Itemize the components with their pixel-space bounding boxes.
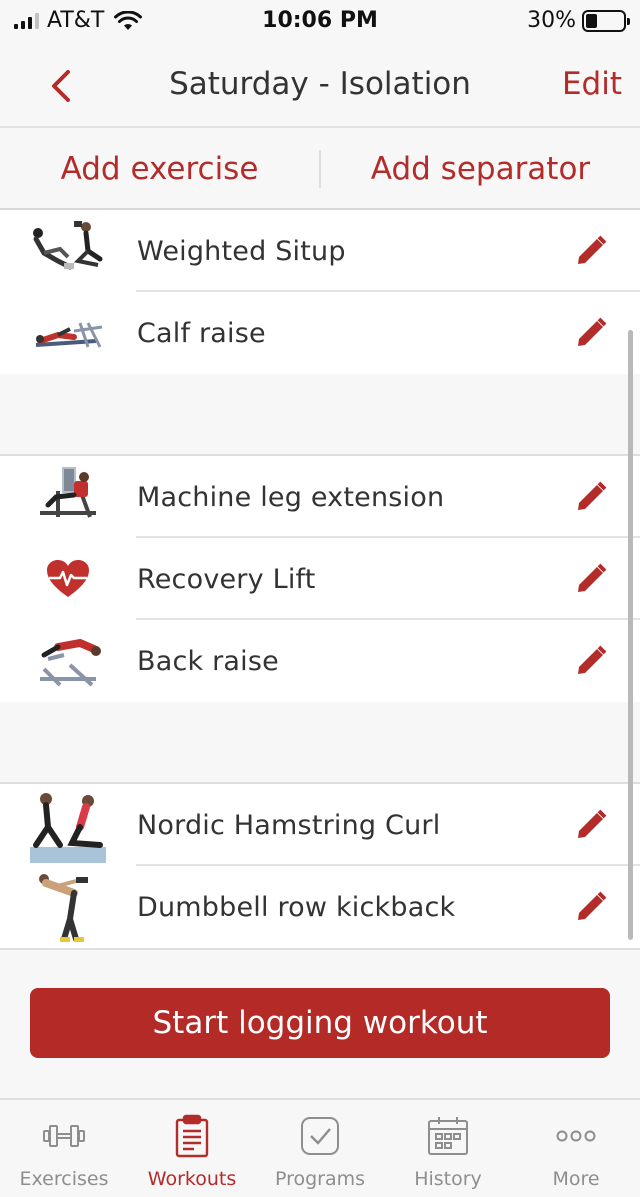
tab-label: Programs <box>274 1168 366 1190</box>
tab-label: More <box>552 1168 600 1190</box>
exercise-label: Calf raise <box>137 317 266 349</box>
list-item[interactable]: Nordic Hamstring Curl <box>0 784 640 866</box>
heart-icon <box>30 547 106 611</box>
situp-thumbnail <box>30 219 106 283</box>
edit-button[interactable]: Edit <box>562 66 622 102</box>
add-exercise-button[interactable]: Add exercise <box>0 151 319 187</box>
edit-pencil-icon[interactable] <box>574 480 608 514</box>
add-separator-button[interactable]: Add separator <box>321 151 640 187</box>
scrollbar[interactable] <box>628 330 633 940</box>
calendar-icon <box>428 1117 468 1155</box>
exercise-group-1: Weighted Situp Calf raise <box>0 210 640 374</box>
tab-programs[interactable]: Programs <box>256 1100 384 1197</box>
dumbbell-icon <box>43 1125 85 1147</box>
exercise-label: Recovery Lift <box>137 563 316 595</box>
nordic-curl-thumbnail <box>30 793 106 863</box>
edit-pencil-icon[interactable] <box>574 562 608 596</box>
start-logging-button[interactable]: Start logging workout <box>30 988 610 1058</box>
battery-info: 30% <box>527 8 630 33</box>
list-item[interactable]: Machine leg extension <box>0 456 640 538</box>
list-item[interactable]: Calf raise <box>0 292 640 374</box>
list-item[interactable]: Back raise <box>0 620 640 702</box>
tab-history[interactable]: History <box>384 1100 512 1197</box>
action-bar: Add exercise Add separator <box>0 130 640 210</box>
edit-pencil-icon[interactable] <box>574 234 608 268</box>
edit-pencil-icon[interactable] <box>574 890 608 924</box>
exercise-label: Dumbbell row kickback <box>137 891 456 923</box>
leg-extension-thumbnail <box>30 465 106 529</box>
back-raise-thumbnail <box>30 629 106 693</box>
exercise-group-3: Nordic Hamstring Curl Dumbbell row kickb… <box>0 782 640 950</box>
tab-label: Workouts <box>147 1168 237 1190</box>
exercise-label: Back raise <box>137 645 279 677</box>
tab-workouts[interactable]: Workouts <box>128 1100 256 1197</box>
calf-raise-thumbnail <box>30 301 106 365</box>
tab-label: History <box>414 1168 482 1190</box>
tab-label: Exercises <box>19 1168 109 1190</box>
exercise-label: Nordic Hamstring Curl <box>137 809 441 841</box>
dumbbell-row-thumbnail <box>30 874 106 942</box>
navigation-bar: Saturday - Isolation Edit <box>0 44 640 128</box>
list-item[interactable]: Dumbbell row kickback <box>0 866 640 948</box>
tab-exercises[interactable]: Exercises <box>0 1100 128 1197</box>
edit-pencil-icon[interactable] <box>574 808 608 842</box>
checkmark-icon <box>301 1117 339 1155</box>
tab-bar: Exercises Workouts Programs History More <box>0 1098 640 1197</box>
tab-more[interactable]: More <box>512 1100 640 1197</box>
more-dots-icon <box>556 1130 596 1142</box>
edit-pencil-icon[interactable] <box>574 644 608 678</box>
exercise-group-2: Machine leg extension Recovery Lift Back… <box>0 454 640 702</box>
battery-percent: 30% <box>527 8 576 33</box>
exercise-label: Weighted Situp <box>137 235 346 267</box>
page-title: Saturday - Isolation <box>169 66 471 102</box>
list-item[interactable]: Weighted Situp <box>0 210 640 292</box>
battery-icon <box>582 9 630 32</box>
edit-pencil-icon[interactable] <box>574 316 608 350</box>
list-item[interactable]: Recovery Lift <box>0 538 640 620</box>
exercise-label: Machine leg extension <box>137 481 445 513</box>
status-bar: AT&T 10:06 PM 30% <box>0 0 640 44</box>
clipboard-icon <box>175 1114 209 1158</box>
